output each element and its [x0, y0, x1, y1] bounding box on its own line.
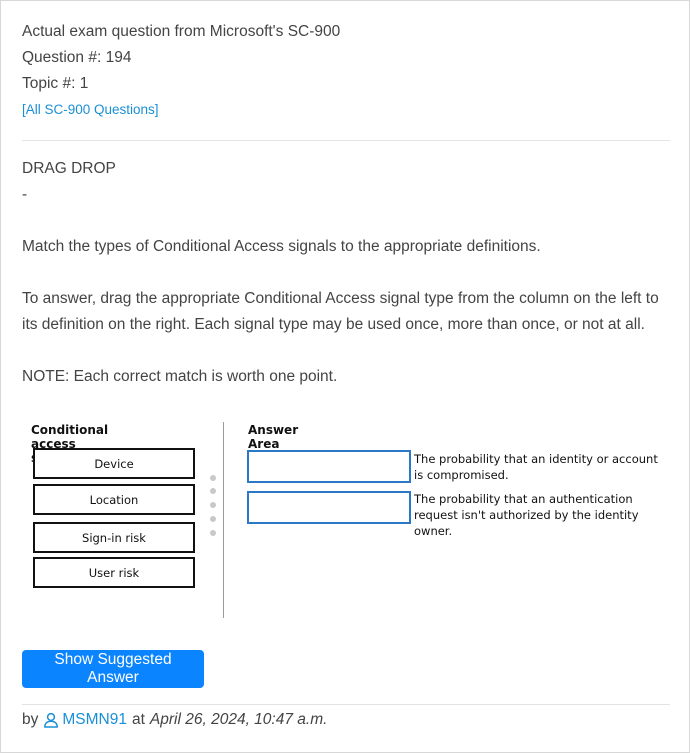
question-type: DRAG DROP [22, 160, 116, 177]
exhibit-column-divider [223, 422, 224, 618]
drag-handle-dot [210, 516, 216, 522]
post-date: April 26, 2024, 10:47 a.m. [149, 711, 328, 728]
show-suggested-answer-button[interactable]: Show Suggested Answer [22, 650, 204, 688]
at-label: at [131, 711, 145, 728]
author-username-link[interactable]: MSMN91 [62, 711, 127, 729]
divider [22, 704, 670, 705]
answer-drop-target-2[interactable] [247, 491, 411, 524]
divider [22, 140, 670, 141]
drag-handle-dot [210, 502, 216, 508]
topic-number: Topic #: 1 [22, 75, 89, 92]
drag-handle-dot [210, 488, 216, 494]
by-label: by [22, 711, 39, 728]
signal-sign-in-risk[interactable]: Sign-in risk [33, 522, 195, 553]
signal-device[interactable]: Device [33, 448, 195, 479]
signal-location[interactable]: Location [33, 484, 195, 515]
drag-handle-dot [210, 475, 216, 481]
exam-title: Actual exam question from Microsoft's SC… [22, 23, 341, 40]
question-card: Actual exam question from Microsoft's SC… [0, 0, 690, 753]
all-questions-link[interactable]: [All SC-900 Questions] [22, 102, 159, 117]
definition-1: The probability that an identity or acco… [414, 452, 658, 482]
definition-2: The probability that an authentication r… [414, 492, 639, 538]
question-how-to-answer: To answer, drag the appropriate Conditio… [22, 290, 659, 333]
answer-drop-target-1[interactable] [247, 450, 411, 483]
drag-handle-dot [210, 530, 216, 536]
author-line: by MSMN91 at April 26, 2024, 10:47 a.m. [22, 711, 327, 729]
signal-user-risk[interactable]: User risk [33, 557, 195, 588]
answer-area-heading: Answer Area [248, 423, 299, 451]
question-instruction: Match the types of Conditional Access si… [22, 238, 541, 255]
question-number: Question #: 194 [22, 49, 132, 66]
user-icon [43, 712, 59, 728]
question-note: NOTE: Each correct match is worth one po… [22, 368, 338, 385]
question-dash: - [22, 186, 28, 203]
